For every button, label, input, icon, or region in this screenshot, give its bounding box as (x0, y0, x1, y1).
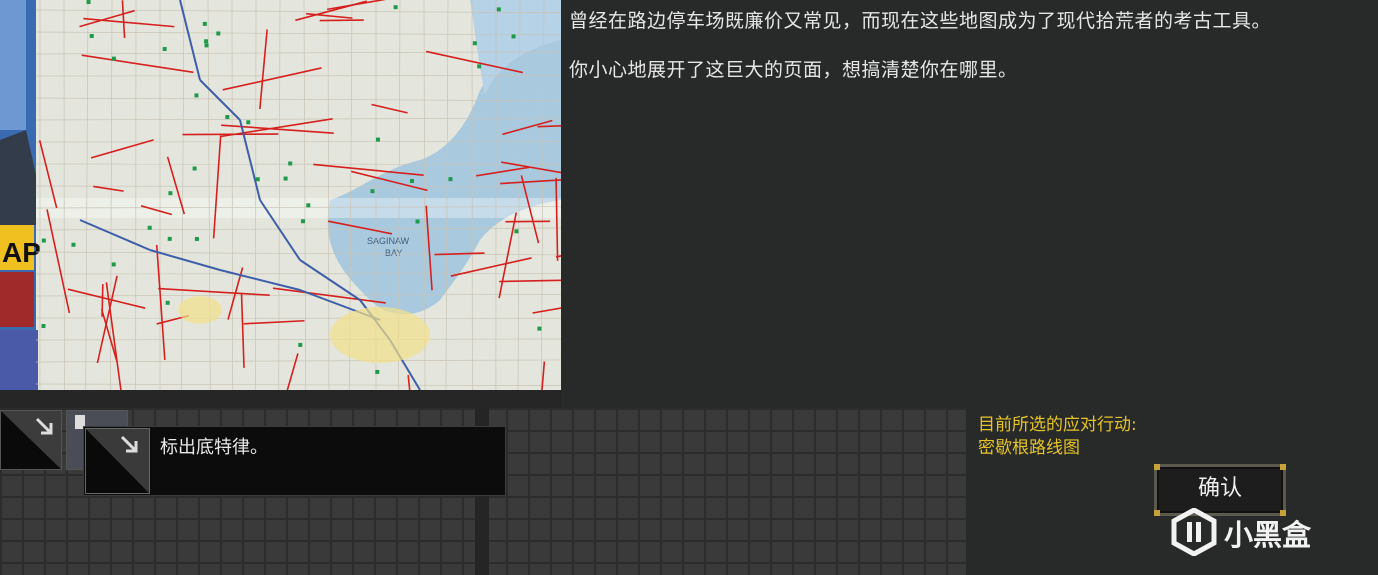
selected-action-value: 密歇根路线图 (978, 438, 1080, 458)
bay-label-2: BAY (385, 248, 402, 258)
story-text-line-2: 你小心地展开了这巨大的页面，想搞清楚你在哪里。 (569, 59, 1018, 81)
map-cover-text: AP (2, 237, 41, 268)
michigan-road-map: AP SAGINAW BAY (0, 0, 561, 390)
map-item-icon (1, 411, 61, 469)
map-item-icon-3 (86, 429, 149, 493)
item-slot-1[interactable] (0, 410, 62, 470)
item-tooltip: 标出底特律。 (83, 426, 506, 496)
tooltip-item-icon (85, 428, 150, 494)
selected-action-label: 目前所选的应对行动: (978, 415, 1137, 435)
watermark: 小黑盒 (1170, 506, 1345, 556)
story-text-line-1: 曾经在路边停车场既廉价又常见，而现在这些地图成为了现代拾荒者的考古工具。 (569, 10, 1272, 32)
bay-label: SAGINAW (367, 236, 410, 246)
map-image: AP SAGINAW BAY (0, 0, 561, 390)
tooltip-text: 标出底特律。 (160, 437, 268, 458)
story-panel: 曾经在路边停车场既廉价又常见，而现在这些地图成为了现代拾荒者的考古工具。 你小心… (561, 0, 1378, 408)
heybox-logo-icon (1171, 508, 1217, 556)
detroit-metro-area (330, 307, 430, 363)
watermark-text: 小黑盒 (1224, 518, 1312, 552)
confirm-button-label: 确认 (1197, 476, 1242, 501)
